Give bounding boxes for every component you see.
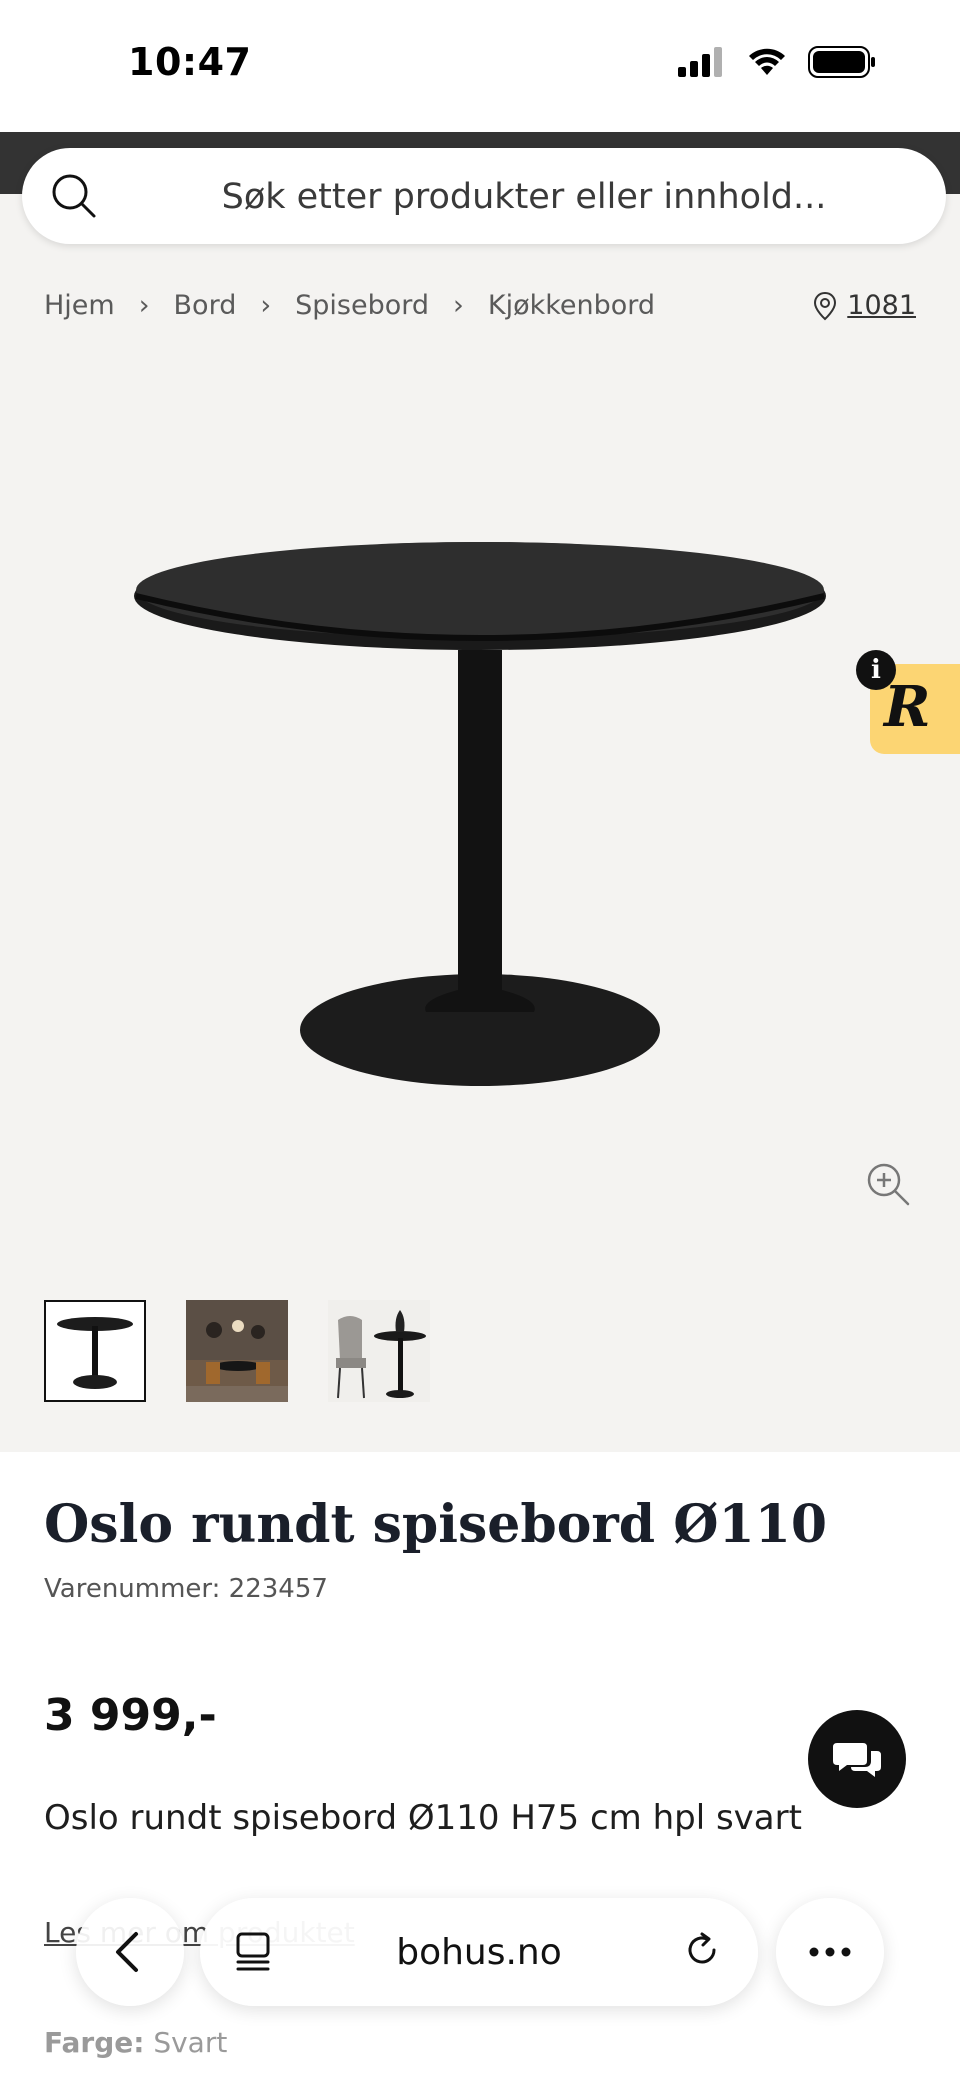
- search-bar[interactable]: [22, 148, 946, 246]
- product-description: Oslo rundt spisebord Ø110 H75 cm hpl sva…: [44, 1798, 802, 1838]
- store-code[interactable]: 1081: [847, 290, 916, 321]
- status-time: 10:47: [128, 40, 252, 84]
- color-row: Farge: Svart: [44, 2026, 227, 2059]
- store-selector[interactable]: 1081: [813, 290, 916, 321]
- breadcrumb-spisebord[interactable]: Spisebord: [295, 290, 429, 321]
- color-value: Svart: [153, 2026, 228, 2059]
- product-title: Oslo rundt spisebord Ø110: [44, 1494, 828, 1555]
- ellipsis-icon: [809, 1947, 851, 1957]
- thumbnail-table-image: [57, 1317, 133, 1389]
- info-icon[interactable]: i: [856, 650, 896, 690]
- color-label: Farge:: [44, 2026, 145, 2059]
- thumbnail-list: [44, 1300, 430, 1402]
- chevron-left-icon: [116, 1932, 138, 1972]
- status-bar: 10:47: [0, 0, 960, 132]
- thumbnail-2[interactable]: [186, 1300, 288, 1402]
- chat-bubbles-icon: [833, 1743, 881, 1777]
- search-input[interactable]: [132, 148, 916, 246]
- breadcrumb: Hjem › Bord › Spisebord › Kjøkkenbord: [44, 290, 655, 321]
- breadcrumb-kjokkenbord[interactable]: Kjøkkenbord: [488, 290, 655, 321]
- thumbnail-dining-room-image: [186, 1300, 288, 1402]
- breadcrumb-home[interactable]: Hjem: [44, 290, 115, 321]
- product-sku: Varenummer: 223457: [44, 1574, 328, 1604]
- address-bar[interactable]: bohus.no: [200, 1898, 758, 2006]
- status-icons: [678, 46, 876, 78]
- browser-toolbar: bohus.no: [0, 1892, 960, 2012]
- product-image[interactable]: [120, 530, 840, 1100]
- chat-button[interactable]: [808, 1710, 906, 1808]
- thumbnail-1[interactable]: [44, 1300, 146, 1402]
- reload-icon[interactable]: [680, 1928, 724, 1972]
- reviews-logo-letter: R: [884, 674, 931, 740]
- thumbnail-chair-table-image: [328, 1300, 430, 1402]
- product-price: 3 999,-: [44, 1690, 217, 1741]
- breadcrumb-bord[interactable]: Bord: [174, 290, 237, 321]
- breadcrumb-separator: ›: [138, 290, 150, 321]
- thumbnail-3[interactable]: [328, 1300, 430, 1402]
- back-button[interactable]: [76, 1898, 184, 2006]
- location-pin-icon: [814, 291, 837, 320]
- url-text[interactable]: bohus.no: [200, 1932, 758, 1973]
- battery-icon: [808, 46, 875, 78]
- cellular-signal-icon: [678, 47, 722, 77]
- breadcrumb-separator: ›: [260, 290, 272, 321]
- more-options-button[interactable]: [776, 1898, 884, 2006]
- wifi-icon: [749, 48, 785, 75]
- search-icon[interactable]: [48, 170, 100, 222]
- breadcrumb-separator: ›: [453, 290, 464, 321]
- zoom-in-icon[interactable]: [866, 1162, 910, 1206]
